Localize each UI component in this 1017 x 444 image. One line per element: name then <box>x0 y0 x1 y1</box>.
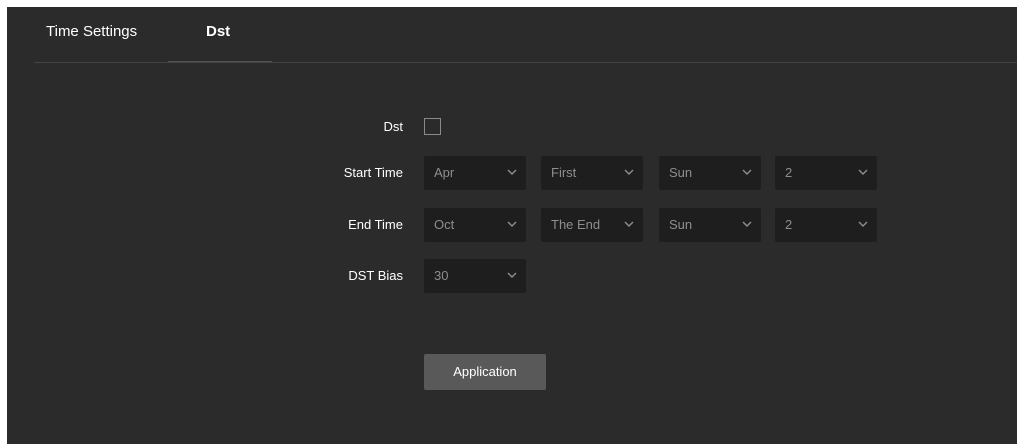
tab-time-settings[interactable]: Time Settings <box>46 21 137 63</box>
chevron-down-icon <box>507 221 517 227</box>
chevron-down-icon <box>858 169 868 175</box>
dst-bias-select[interactable]: 30 <box>424 259 526 293</box>
start-month-value: Apr <box>434 165 455 180</box>
start-hour-select[interactable]: 2 <box>775 156 877 190</box>
dst-settings-panel: Time Settings Dst Dst Start Time Apr Fir… <box>7 7 1017 444</box>
application-button[interactable]: Application <box>424 354 546 390</box>
chevron-down-icon <box>742 221 752 227</box>
start-hour-value: 2 <box>785 165 793 180</box>
tab-divider <box>34 62 1017 63</box>
dst-bias-label: DST Bias <box>348 268 403 283</box>
start-day-value: Sun <box>669 165 693 180</box>
dst-label: Dst <box>383 119 404 134</box>
tab-bar: Time Settings Dst <box>7 7 1017 63</box>
tab-dst[interactable]: Dst <box>206 21 230 63</box>
end-day-select[interactable]: Sun <box>659 208 761 242</box>
end-week-select[interactable]: The End <box>541 208 643 242</box>
end-time-label: End Time <box>348 217 403 232</box>
end-week-value: The End <box>551 217 601 232</box>
end-hour-select[interactable]: 2 <box>775 208 877 242</box>
chevron-down-icon <box>742 169 752 175</box>
chevron-down-icon <box>624 169 634 175</box>
chevron-down-icon <box>507 169 517 175</box>
end-month-value: Oct <box>434 217 455 232</box>
start-week-select[interactable]: First <box>541 156 643 190</box>
dst-checkbox[interactable] <box>424 118 441 135</box>
start-day-select[interactable]: Sun <box>659 156 761 190</box>
chevron-down-icon <box>507 272 517 278</box>
start-month-select[interactable]: Apr <box>424 156 526 190</box>
start-time-label: Start Time <box>343 165 403 180</box>
chevron-down-icon <box>624 221 634 227</box>
chevron-down-icon <box>858 221 868 227</box>
start-week-value: First <box>551 165 577 180</box>
end-month-select[interactable]: Oct <box>424 208 526 242</box>
end-hour-value: 2 <box>785 217 793 232</box>
dst-bias-value: 30 <box>434 268 449 283</box>
end-day-value: Sun <box>669 217 693 232</box>
